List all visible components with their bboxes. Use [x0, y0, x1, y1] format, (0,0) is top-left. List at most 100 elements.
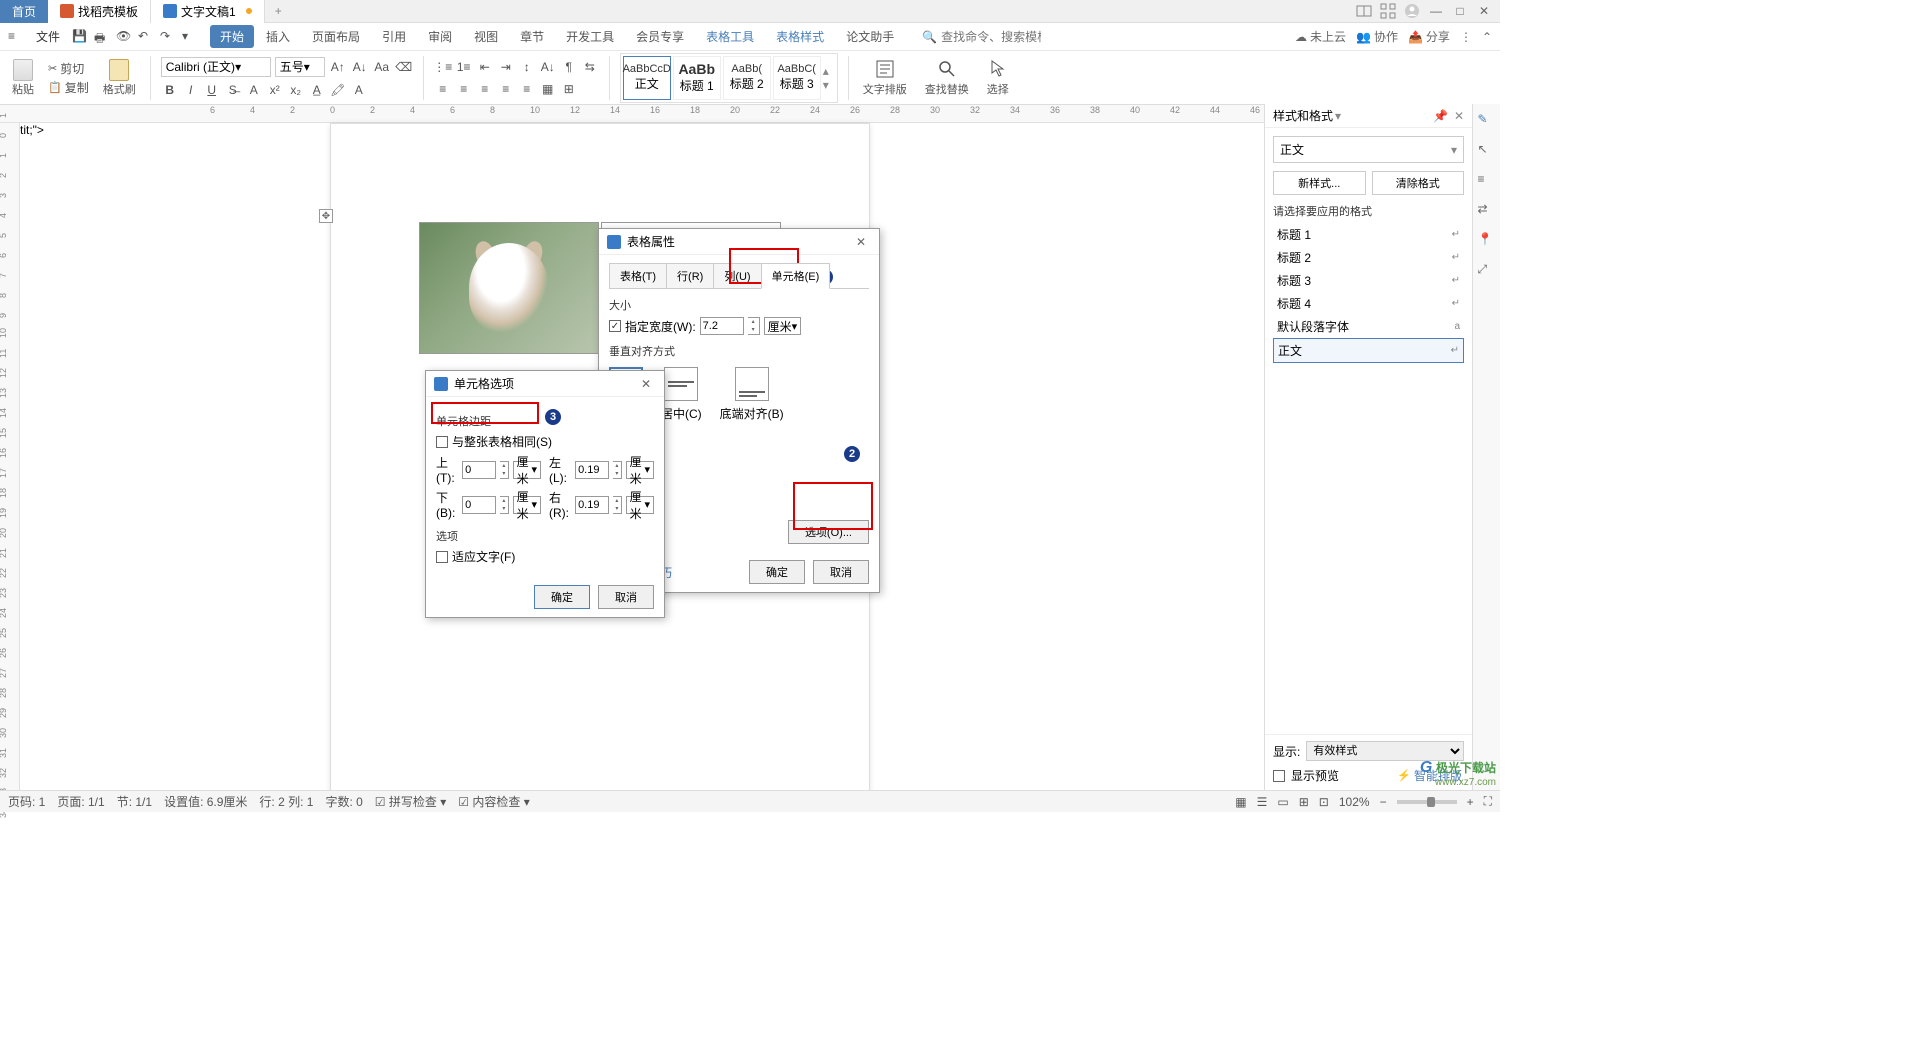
new-style-button[interactable]: 新样式... [1273, 171, 1366, 195]
fit-text-checkbox[interactable] [436, 551, 448, 563]
dialog1-cancel-button[interactable]: 取消 [813, 560, 869, 584]
tab-button[interactable]: ⇆ [581, 58, 599, 76]
menu-caret-icon[interactable]: ⋮ [1460, 30, 1472, 44]
grid-icon[interactable] [1380, 3, 1396, 19]
status-page[interactable]: 页码: 1 [8, 793, 45, 810]
minimize-button[interactable]: — [1428, 3, 1444, 19]
style-gallery[interactable]: AaBbCcD正文 AaBb标题 1 AaBb(标题 2 AaBbC(标题 3 … [620, 53, 838, 103]
margin-left-spinner[interactable]: ▴▾ [613, 461, 622, 479]
tab-templates[interactable]: 找稻壳模板 [48, 0, 151, 23]
font-size-select[interactable]: 五号 ▾ [275, 57, 325, 77]
border-button[interactable]: ⊞ [560, 80, 578, 98]
side-edit-icon[interactable]: ✎ [1478, 112, 1496, 130]
print-icon[interactable]: 🖶 [94, 29, 110, 45]
tab-document[interactable]: 文字文稿1 [151, 0, 265, 23]
style-scroll-up-icon[interactable]: ▴ [823, 64, 835, 78]
style-item-h3[interactable]: 标题 3↵ [1273, 269, 1464, 292]
show-filter-select[interactable]: 有效样式 [1306, 741, 1464, 761]
font-more-icon[interactable]: A [245, 81, 263, 99]
style-item-default-font[interactable]: 默认段落字体a [1273, 315, 1464, 338]
view-print-icon[interactable]: ▦ [1235, 795, 1246, 809]
bold-button[interactable]: B [161, 81, 179, 99]
paste-button[interactable]: 粘贴 [12, 59, 34, 97]
file-menu[interactable]: 文件 [28, 28, 68, 45]
clear-format-icon[interactable]: ⌫ [395, 58, 413, 76]
valign-bottom[interactable]: 底端对齐(B) [720, 367, 784, 422]
style-normal[interactable]: AaBbCcD正文 [623, 56, 671, 100]
dialog2-ok-button[interactable]: 确定 [534, 585, 590, 609]
dropdown-caret-icon[interactable]: ▾ [182, 29, 198, 45]
line-height-button[interactable]: ↕ [518, 58, 536, 76]
style-scroll-down-icon[interactable]: ▾ [823, 78, 835, 92]
find-replace-button[interactable]: 查找替换 [921, 59, 973, 97]
preview-icon[interactable]: 👁 [116, 29, 132, 45]
indent-inc-button[interactable]: ⇥ [497, 58, 515, 76]
style-h1[interactable]: AaBb标题 1 [673, 56, 721, 100]
status-content[interactable]: ☑ 内容检查 ▾ [458, 793, 529, 810]
width-unit-select[interactable]: 厘米▾ [764, 317, 802, 335]
cut-button[interactable]: ✂ 剪切 [48, 60, 89, 77]
bullets-button[interactable]: ⋮≡ [434, 58, 452, 76]
margin-right-unit[interactable]: 厘米▾ [626, 496, 654, 514]
dialog1-ok-button[interactable]: 确定 [749, 560, 805, 584]
highlight-button[interactable]: 🖍 [329, 81, 347, 99]
table-cell-image[interactable] [419, 222, 599, 354]
view-outline-icon[interactable]: ☰ [1257, 795, 1268, 809]
save-icon[interactable]: 💾 [72, 29, 88, 45]
side-replace-icon[interactable]: ⇄ [1478, 202, 1496, 220]
view-web-icon[interactable]: ▭ [1277, 795, 1288, 809]
style-h2[interactable]: AaBb(标题 2 [723, 56, 771, 100]
zoom-out-button[interactable]: − [1380, 795, 1387, 809]
spec-width-checkbox[interactable] [609, 320, 621, 332]
menu-insert[interactable]: 插入 [256, 25, 300, 48]
strike-button[interactable]: S̶ [224, 81, 242, 99]
close-button[interactable]: ✕ [1476, 3, 1492, 19]
copy-button[interactable]: 📋 复制 [48, 79, 89, 96]
margin-top-input[interactable] [462, 461, 496, 479]
add-tab-button[interactable]: + [265, 4, 292, 18]
toggle-marks-button[interactable]: ¶ [560, 58, 578, 76]
margin-right-spinner[interactable]: ▴▾ [613, 496, 622, 514]
current-style-select[interactable]: 正文▾ [1273, 136, 1464, 163]
superscript-button[interactable]: x² [266, 81, 284, 99]
dialog2-close-button[interactable]: ✕ [636, 374, 656, 394]
side-location-icon[interactable]: 📍 [1478, 232, 1496, 250]
view-read-icon[interactable]: ⊞ [1299, 795, 1309, 809]
status-words[interactable]: 字数: 0 [325, 793, 362, 810]
margin-bottom-input[interactable] [462, 496, 496, 514]
tab-home[interactable]: 首页 [0, 0, 48, 23]
user-icon[interactable] [1404, 3, 1420, 19]
shading-button[interactable]: ▦ [539, 80, 557, 98]
show-preview-checkbox[interactable] [1273, 770, 1285, 782]
align-center-button[interactable]: ≡ [455, 80, 473, 98]
menu-ref[interactable]: 引用 [372, 25, 416, 48]
font-shrink-icon[interactable]: A↓ [351, 58, 369, 76]
menu-layout[interactable]: 页面布局 [302, 25, 370, 48]
style-item-h1[interactable]: 标题 1↵ [1273, 223, 1464, 246]
clear-format-button[interactable]: 清除格式 [1372, 171, 1465, 195]
align-left-button[interactable]: ≡ [434, 80, 452, 98]
side-cursor-icon[interactable]: ↖ [1478, 142, 1496, 160]
align-distribute-button[interactable]: ≡ [518, 80, 536, 98]
font-color-button[interactable]: A̲ [308, 81, 326, 99]
tab-column[interactable]: 列(U) [713, 263, 761, 288]
margin-bottom-unit[interactable]: 厘米▾ [513, 496, 541, 514]
font-name-select[interactable]: Calibri (正文) ▾ [161, 57, 271, 77]
valign-center[interactable]: 居中(C) [661, 367, 702, 422]
menu-chapter[interactable]: 章节 [510, 25, 554, 48]
same-as-table-checkbox[interactable] [436, 436, 448, 448]
margin-left-unit[interactable]: 厘米▾ [626, 461, 654, 479]
italic-button[interactable]: I [182, 81, 200, 99]
font-grow-icon[interactable]: A↑ [329, 58, 347, 76]
text-layout-button[interactable]: 文字排版 [859, 59, 911, 97]
style-item-normal[interactable]: 正文↵ [1273, 338, 1464, 363]
menu-thesis[interactable]: 论文助手 [836, 25, 904, 48]
zoom-in-button[interactable]: + [1467, 795, 1474, 809]
redo-icon[interactable]: ↷ [160, 29, 176, 45]
hamburger-icon[interactable]: ≡ [8, 29, 24, 45]
share-button[interactable]: 📤 分享 [1408, 28, 1450, 45]
width-input[interactable] [700, 317, 744, 335]
command-search-input[interactable] [941, 30, 1041, 44]
margin-left-input[interactable] [575, 461, 609, 479]
menu-vip[interactable]: 会员专享 [626, 25, 694, 48]
